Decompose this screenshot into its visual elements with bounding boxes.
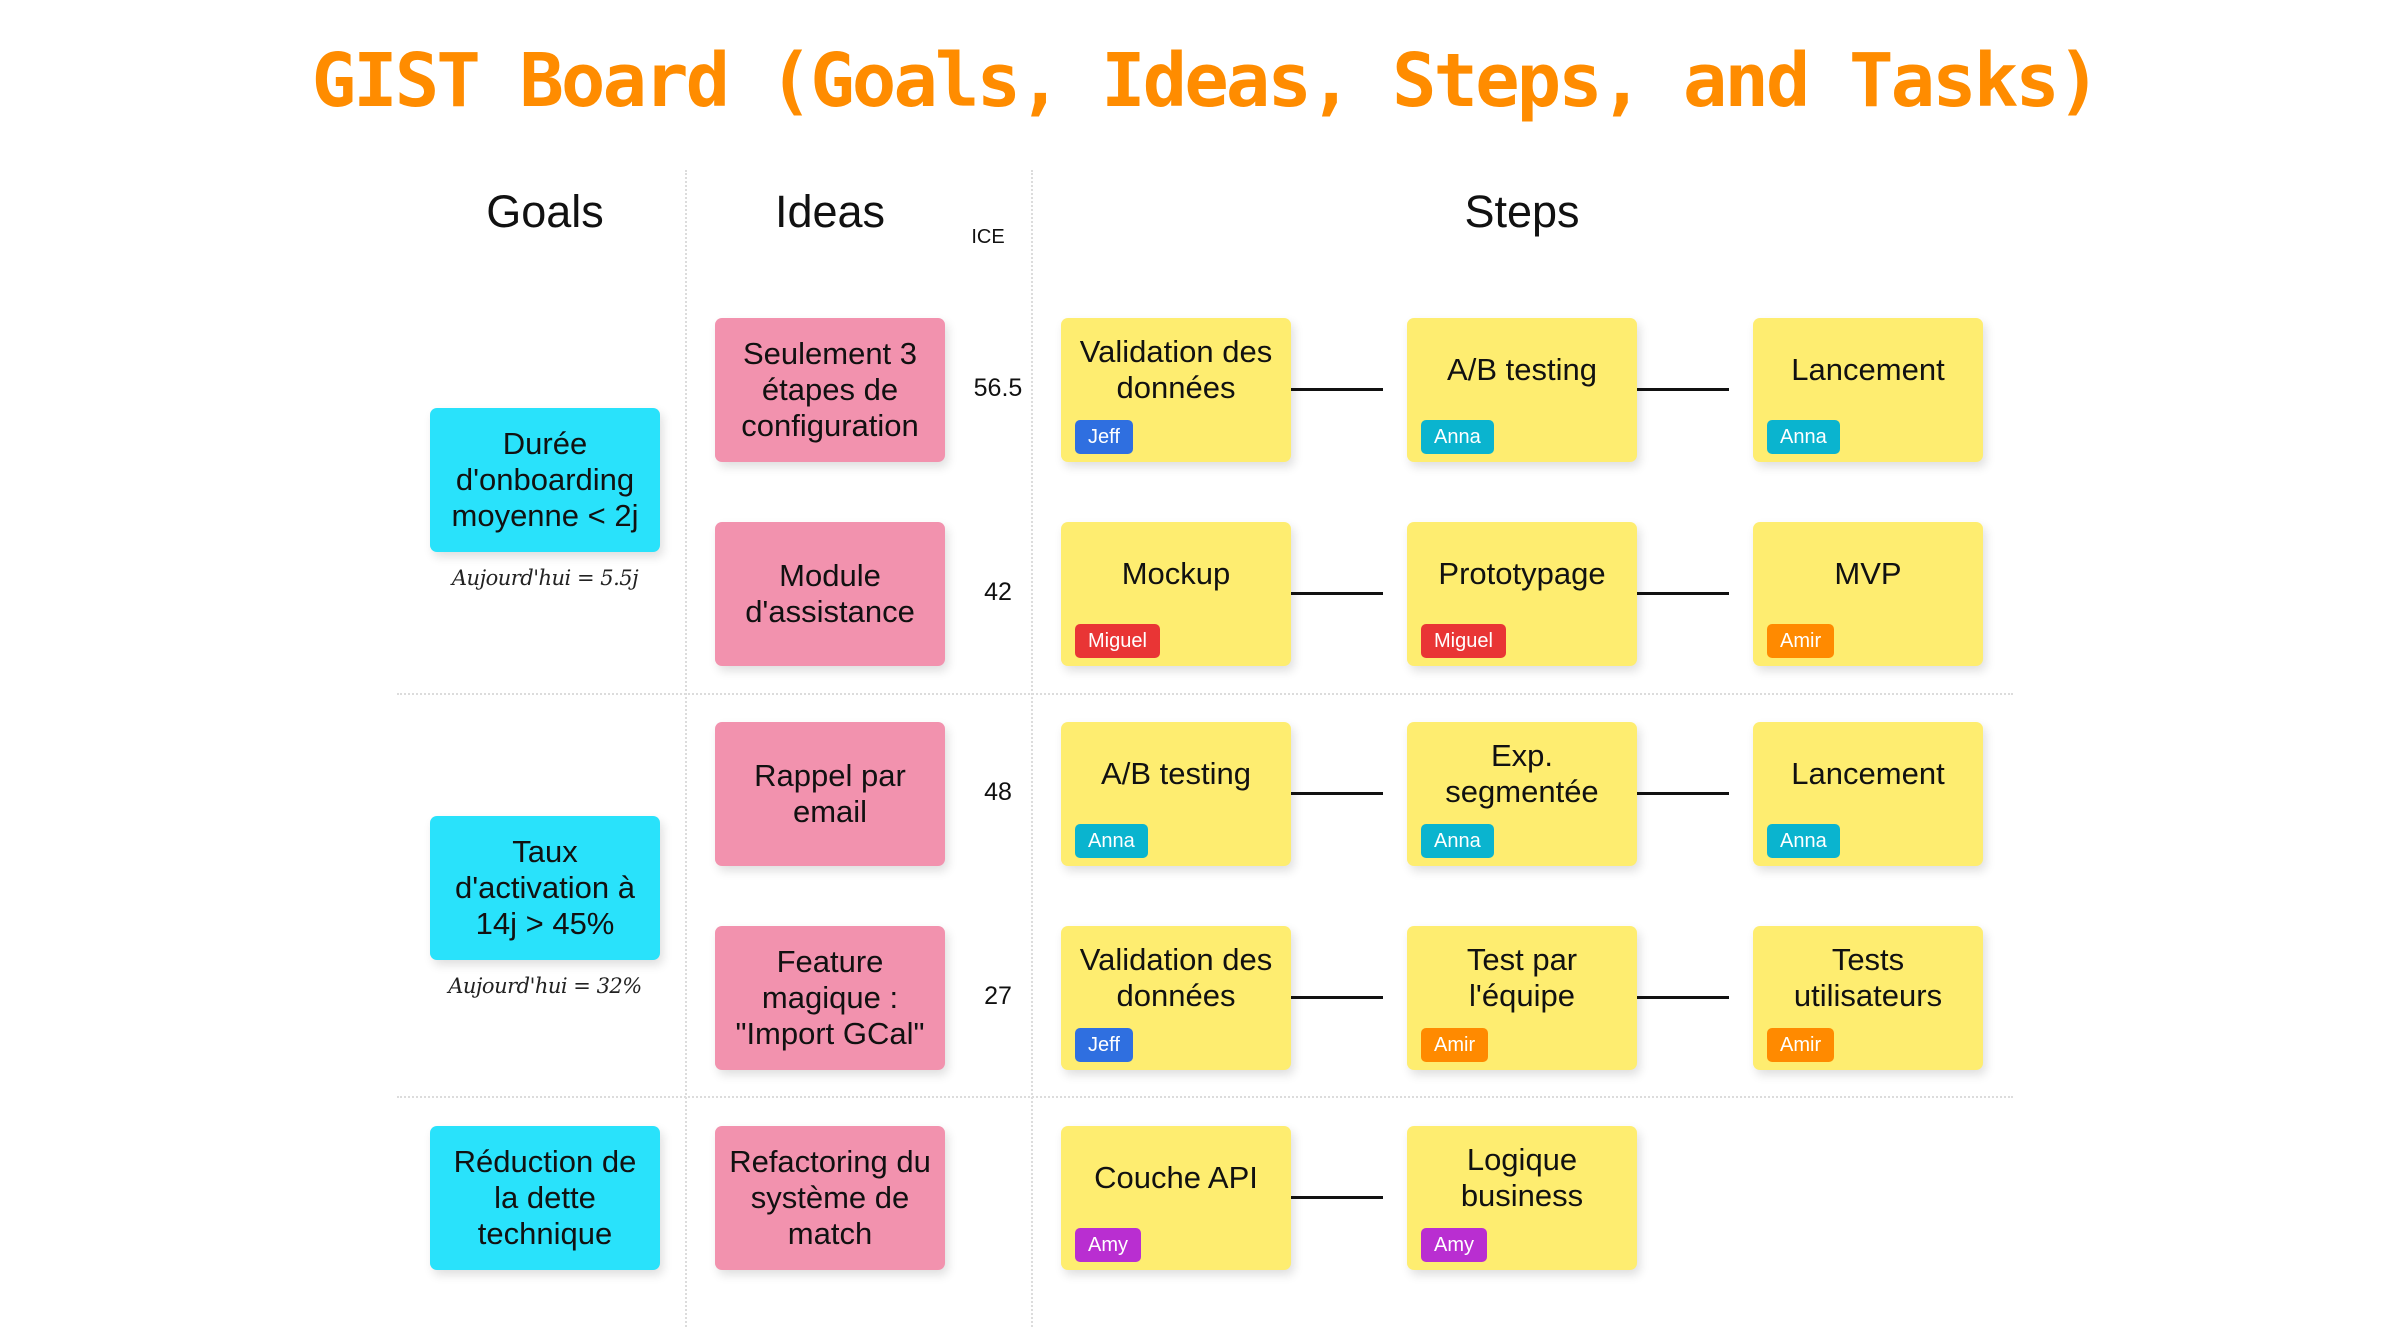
step-connector [1291, 996, 1383, 999]
goal-card[interactable]: Durée d'onboarding moyenne < 2j [430, 408, 660, 552]
step-label: Tests utilisateurs [1793, 942, 1943, 1013]
goal-current-value: Aujourd'hui = 32% [448, 974, 642, 998]
step-connector [1291, 792, 1383, 795]
step-card[interactable]: Lancement Anna [1753, 318, 1983, 462]
step-card[interactable]: Test par l'équipe Amir [1407, 926, 1637, 1070]
step-connector [1291, 592, 1383, 595]
step-card[interactable]: MVP Amir [1753, 522, 1983, 666]
step-connector [1637, 996, 1729, 999]
step-label: Validation des données [1079, 334, 1273, 405]
step-connector [1637, 592, 1729, 595]
idea-label: Rappel par email [754, 758, 906, 829]
step-label: Prototypage [1438, 556, 1606, 591]
row-divider-2 [397, 1096, 2013, 1098]
step-connector [1637, 792, 1729, 795]
step-label: A/B testing [1101, 756, 1251, 791]
step-connector [1291, 388, 1383, 391]
assignee-badge[interactable]: Amy [1421, 1228, 1487, 1262]
column-divider-goals-ideas [685, 170, 687, 1327]
step-card[interactable]: Mockup Miguel [1061, 522, 1291, 666]
step-card[interactable]: A/B testing Anna [1061, 722, 1291, 866]
step-label: Lancement [1791, 756, 1945, 791]
assignee-badge[interactable]: Anna [1421, 824, 1494, 858]
step-card[interactable]: Lancement Anna [1753, 722, 1983, 866]
assignee-badge[interactable]: Amir [1421, 1028, 1489, 1062]
ice-score: 56.5 [973, 374, 1023, 402]
idea-card[interactable]: Rappel par email [715, 722, 945, 866]
idea-card[interactable]: Feature magique : "Import GCal" [715, 926, 945, 1070]
assignee-badge[interactable]: Anna [1421, 420, 1494, 454]
step-card[interactable]: Exp. segmentée Anna [1407, 722, 1637, 866]
ice-header: ICE [971, 226, 1005, 248]
step-connector [1291, 1196, 1383, 1199]
goal-label: Réduction de la dette technique [453, 1144, 637, 1251]
idea-label: Module d'assistance [745, 558, 915, 629]
idea-label: Seulement 3 étapes de configuration [741, 336, 919, 443]
step-card[interactable]: Validation des données Jeff [1061, 318, 1291, 462]
step-card[interactable]: Prototypage Miguel [1407, 522, 1637, 666]
column-divider-ideas-steps [1031, 170, 1033, 1327]
step-card[interactable]: Logique business Amy [1407, 1126, 1637, 1270]
idea-label: Refactoring du système de match [729, 1144, 931, 1251]
step-label: MVP [1834, 556, 1902, 591]
goal-card[interactable]: Taux d'activation à 14j > 45% [430, 816, 660, 960]
step-label: Logique business [1460, 1142, 1584, 1213]
row-divider-1 [397, 693, 2013, 695]
step-label: Validation des données [1079, 942, 1273, 1013]
idea-card[interactable]: Seulement 3 étapes de configuration [715, 318, 945, 462]
step-label: Test par l'équipe [1466, 942, 1578, 1013]
goal-card[interactable]: Réduction de la dette technique [430, 1126, 660, 1270]
step-label: Couche API [1094, 1160, 1258, 1195]
ice-score: 42 [984, 578, 1012, 606]
assignee-badge[interactable]: Anna [1767, 420, 1840, 454]
assignee-badge[interactable]: Miguel [1075, 624, 1160, 658]
step-card[interactable]: Validation des données Jeff [1061, 926, 1291, 1070]
assignee-badge[interactable]: Amir [1767, 1028, 1835, 1062]
assignee-badge[interactable]: Amy [1075, 1228, 1141, 1262]
goals-header: Goals [486, 186, 604, 237]
ice-score: 48 [984, 778, 1012, 806]
idea-card[interactable]: Refactoring du système de match [715, 1126, 945, 1270]
step-card[interactable]: Tests utilisateurs Amir [1753, 926, 1983, 1070]
step-label: Exp. segmentée [1445, 738, 1599, 809]
assignee-badge[interactable]: Miguel [1421, 624, 1506, 658]
step-card[interactable]: Couche API Amy [1061, 1126, 1291, 1270]
board-title: GIST Board (Goals, Ideas, Steps, and Tas… [311, 38, 2102, 124]
assignee-badge[interactable]: Jeff [1075, 420, 1133, 454]
ideas-header: Ideas [774, 186, 886, 237]
assignee-badge[interactable]: Jeff [1075, 1028, 1133, 1062]
step-label: A/B testing [1447, 352, 1597, 387]
assignee-badge[interactable]: Amir [1767, 624, 1835, 658]
step-card[interactable]: A/B testing Anna [1407, 318, 1637, 462]
assignee-badge[interactable]: Anna [1075, 824, 1148, 858]
step-label: Mockup [1121, 556, 1231, 591]
idea-card[interactable]: Module d'assistance [715, 522, 945, 666]
steps-header: Steps [1464, 186, 1580, 237]
goal-current-value: Aujourd'hui = 5.5j [451, 566, 639, 590]
idea-label: Feature magique : "Import GCal" [735, 944, 925, 1051]
goal-label: Taux d'activation à 14j > 45% [455, 834, 635, 941]
assignee-badge[interactable]: Anna [1767, 824, 1840, 858]
step-label: Lancement [1791, 352, 1945, 387]
goal-label: Durée d'onboarding moyenne < 2j [451, 426, 639, 533]
ice-score: 27 [984, 982, 1012, 1010]
step-connector [1637, 388, 1729, 391]
